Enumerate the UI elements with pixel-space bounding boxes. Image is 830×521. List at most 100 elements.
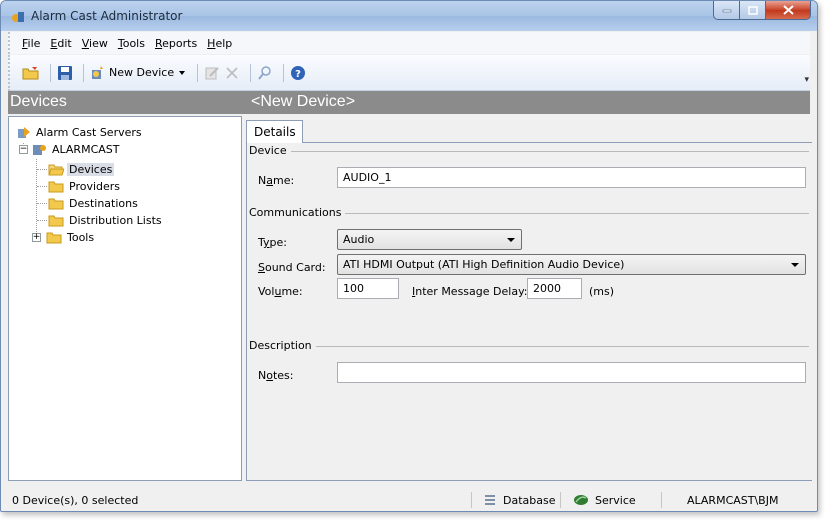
chevron-down-icon (507, 238, 515, 242)
window-title: Alarm Cast Administrator (31, 9, 183, 23)
maximize-button[interactable] (740, 1, 766, 20)
delay-unit-label: (ms) (589, 285, 615, 298)
service-status[interactable]: Service (573, 489, 636, 511)
application-window: Alarm Cast Administrator File Edit View … (0, 0, 818, 512)
status-separator (661, 492, 662, 508)
servers-icon (18, 126, 30, 138)
tree-item-tools[interactable]: + Tools (32, 229, 96, 246)
type-select[interactable]: Audio (337, 229, 522, 250)
toolbar-separator (83, 63, 84, 82)
status-bar: 0 Device(s), 0 selected Database Service… (8, 489, 810, 511)
save-button[interactable] (57, 62, 73, 84)
menu-edit[interactable]: Edit (50, 37, 71, 50)
title-bar[interactable]: Alarm Cast Administrator (1, 1, 817, 31)
notes-field[interactable] (337, 362, 806, 383)
inter-message-delay-label: Inter Message Delay: (412, 285, 528, 298)
sound-card-select-value: ATI HDMI Output (ATI High Definition Aud… (343, 258, 625, 271)
search-icon (258, 65, 271, 80)
tree-item-destinations[interactable]: Destinations (48, 195, 140, 212)
details-tab-body: Device Name: AUDIO_1 Communications Type… (246, 142, 812, 481)
chevron-down-icon[interactable] (177, 69, 187, 77)
name-label: Name: (258, 174, 295, 187)
tree-line (36, 159, 37, 236)
maximize-icon (747, 5, 758, 15)
communications-group-title: Communications (249, 206, 346, 219)
open-icon (22, 66, 39, 79)
sound-card-label: Sound Card: (258, 261, 326, 274)
edit-icon (205, 66, 219, 79)
edit-button[interactable] (204, 62, 220, 84)
toolbar-separator (283, 63, 285, 82)
toolbar-separator (250, 63, 252, 82)
group-divider (289, 151, 809, 152)
new-device-icon (92, 65, 103, 79)
details-panel: Device Name: AUDIO_1 Communications Type… (246, 116, 812, 481)
toolbar: New Device ? ▾ (8, 55, 810, 91)
delete-icon (226, 66, 238, 79)
status-separator (560, 492, 561, 508)
sound-card-select[interactable]: ATI HDMI Output (ATI High Definition Aud… (337, 254, 806, 275)
open-button[interactable] (22, 62, 40, 84)
help-button[interactable]: ? (290, 62, 306, 84)
description-group-title: Description (249, 339, 316, 352)
menu-tools[interactable]: Tools (118, 37, 145, 50)
save-icon (58, 65, 72, 80)
minimize-icon (722, 9, 731, 13)
help-icon: ? (291, 65, 306, 80)
selection-status: 0 Device(s), 0 selected (12, 493, 139, 507)
tab-details[interactable]: Details (246, 120, 303, 143)
svg-text:?: ? (295, 69, 301, 80)
menu-file[interactable]: File (22, 37, 40, 50)
folder-icon (48, 215, 64, 227)
app-icon (12, 12, 24, 22)
service-icon (574, 495, 588, 505)
new-device-button[interactable]: New Device (90, 62, 187, 84)
database-label: Database (503, 493, 556, 507)
menu-bar: File Edit View Tools Reports Help (8, 32, 810, 54)
panel-header-bar: Devices <New Device> (8, 91, 810, 114)
database-icon (485, 495, 495, 505)
chevron-down-icon (791, 263, 799, 267)
tree-line (37, 220, 47, 221)
tree-line (37, 186, 47, 187)
volume-label: Volume: (258, 285, 303, 298)
toolbar-separator (197, 63, 199, 82)
caption-buttons (713, 1, 811, 21)
menu-help[interactable]: Help (207, 37, 232, 50)
tree-line (37, 169, 47, 170)
tree-label: Distribution Lists (69, 214, 162, 227)
folder-icon (48, 181, 64, 193)
tree-item-devices[interactable]: Devices (48, 161, 115, 178)
folder-icon (46, 232, 62, 244)
delete-button[interactable] (224, 62, 240, 84)
menu-reports[interactable]: Reports (155, 37, 197, 50)
database-status[interactable]: Database (483, 489, 556, 511)
search-button[interactable] (257, 62, 273, 84)
tree-label: ALARMCAST (52, 143, 120, 156)
service-label: Service (595, 493, 636, 507)
inter-message-delay-field[interactable]: 2000 (527, 278, 582, 299)
tree-label: Providers (69, 180, 121, 193)
server-icon (33, 144, 46, 155)
menu-view[interactable]: View (82, 37, 108, 50)
volume-field[interactable]: 100 (337, 278, 399, 299)
tree-item-alarmcast[interactable]: − ALARMCAST (19, 141, 121, 158)
tree-item-providers[interactable]: Providers (48, 178, 122, 195)
minimize-button[interactable] (713, 1, 740, 20)
type-label: Type: (258, 236, 287, 249)
expand-icon[interactable]: + (32, 233, 41, 242)
tree-item-alarm-cast-servers[interactable]: Alarm Cast Servers (17, 124, 144, 141)
name-field[interactable]: AUDIO_1 (337, 167, 806, 188)
notes-label: Notes: (258, 369, 294, 382)
tree-item-distribution-lists[interactable]: Distribution Lists (48, 212, 164, 229)
toolbar-overflow-icon[interactable]: ▾ (804, 75, 809, 85)
tree-label: Devices (67, 163, 115, 176)
user-status: ALARMCAST\BJM (687, 493, 779, 507)
navigation-tree: Alarm Cast Servers − ALARMCAST Devices P… (8, 116, 242, 481)
new-device-label: New Device (109, 66, 175, 79)
folder-icon (48, 198, 64, 210)
close-button[interactable] (766, 1, 811, 20)
device-group-title: Device (249, 144, 291, 157)
tree-label: Destinations (69, 197, 138, 210)
collapse-icon[interactable]: − (19, 145, 28, 154)
